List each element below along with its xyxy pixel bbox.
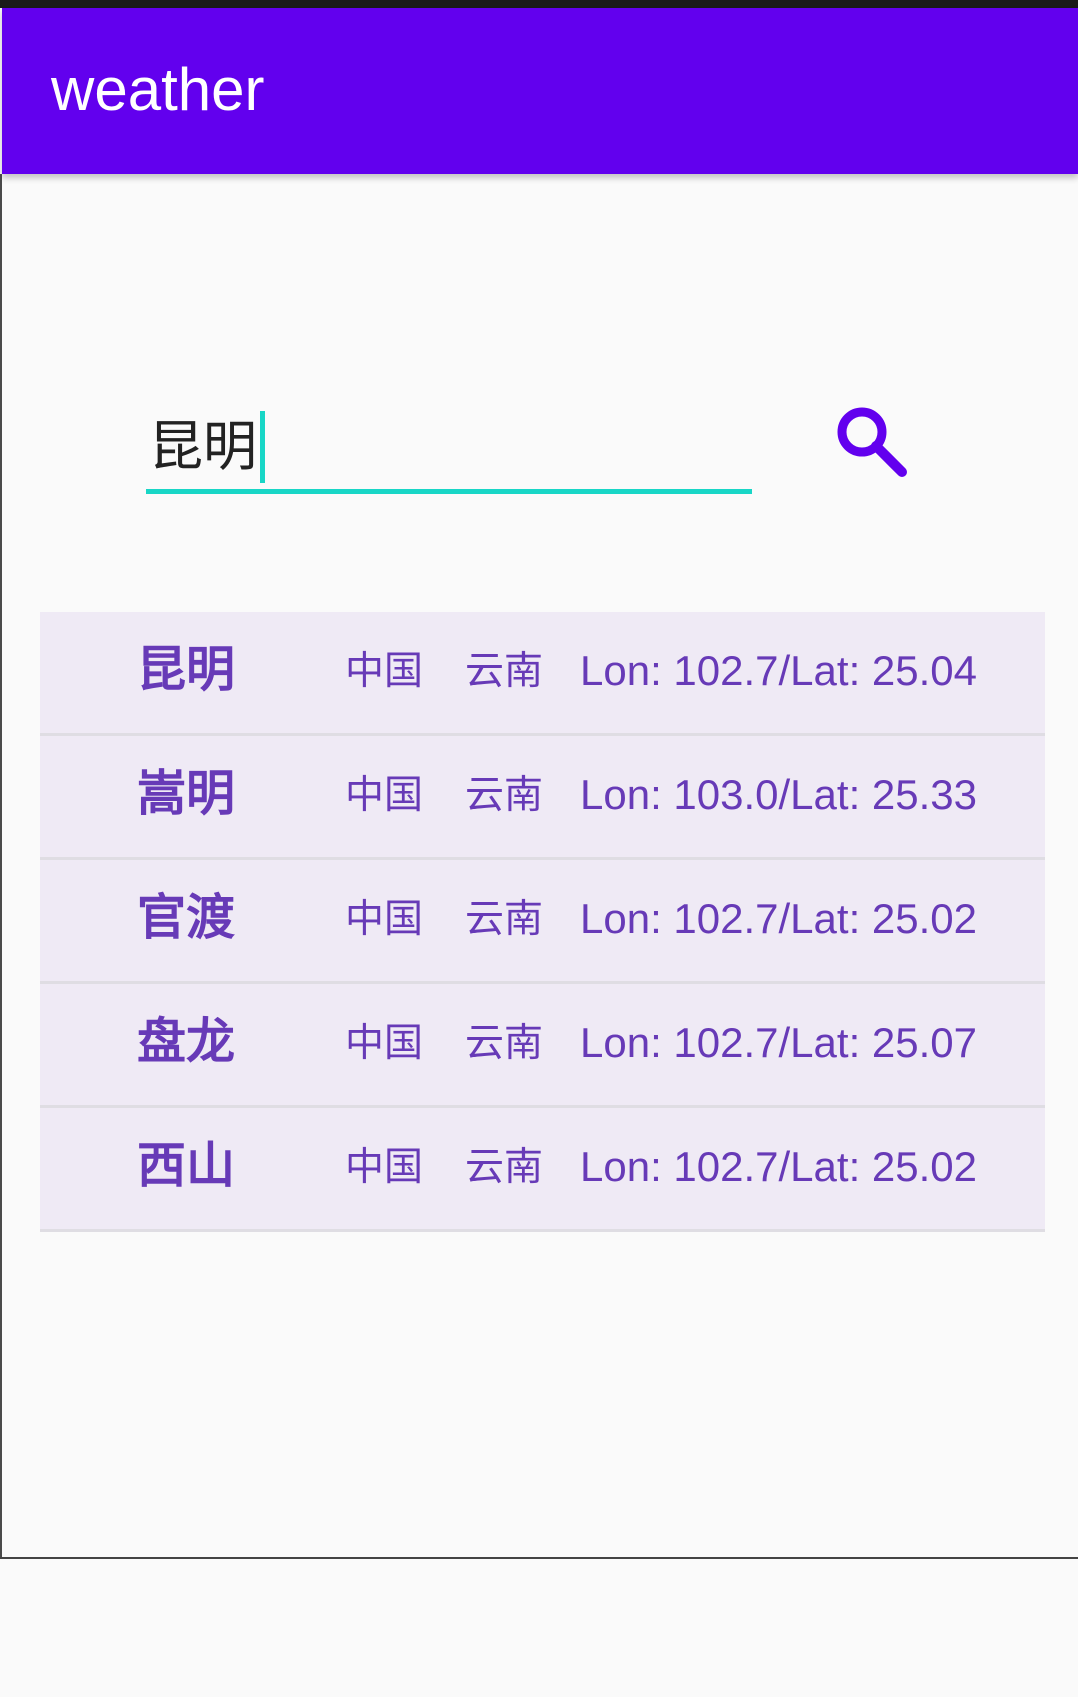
weather-screen: weather 昆明 昆明 中国 云南 Lon: 102.7/Lat: 25.0… <box>0 0 1078 1697</box>
city-result-row[interactable]: 官渡 中国 云南 Lon: 102.7/Lat: 25.02 <box>40 860 1045 984</box>
city-name: 西山 <box>137 1137 236 1194</box>
city-search-input[interactable]: 昆明 <box>146 400 752 496</box>
search-button[interactable] <box>832 403 912 483</box>
city-result-row[interactable]: 昆明 中国 云南 Lon: 102.7/Lat: 25.04 <box>40 612 1045 736</box>
app-title: weather <box>51 56 265 123</box>
city-country: 中国 <box>345 649 424 694</box>
search-icon <box>837 407 907 477</box>
search-input-underline <box>146 489 752 494</box>
city-country: 中国 <box>345 1145 424 1190</box>
window-edge <box>0 174 2 1559</box>
app-bar: weather <box>2 8 1078 174</box>
status-bar-edge <box>0 0 1078 8</box>
city-country: 中国 <box>345 773 424 818</box>
city-result-list: 昆明 中国 云南 Lon: 102.7/Lat: 25.04 嵩明 中国 云南 … <box>40 612 1045 1232</box>
city-province: 云南 <box>465 1145 544 1190</box>
city-name: 嵩明 <box>137 765 236 822</box>
city-coordinates: Lon: 102.7/Lat: 25.04 <box>580 647 978 694</box>
bottom-divider <box>0 1557 1078 1559</box>
city-country: 中国 <box>345 897 424 942</box>
city-province: 云南 <box>465 897 544 942</box>
city-province: 云南 <box>465 773 544 818</box>
city-coordinates: Lon: 102.7/Lat: 25.02 <box>580 1143 978 1190</box>
city-name: 昆明 <box>137 641 236 698</box>
text-caret <box>260 411 265 483</box>
city-coordinates: Lon: 102.7/Lat: 25.07 <box>580 1019 978 1066</box>
city-coordinates: Lon: 102.7/Lat: 25.02 <box>580 895 978 942</box>
city-name: 官渡 <box>137 889 236 946</box>
city-province: 云南 <box>465 649 544 694</box>
search-input-value-wrap: 昆明 <box>149 411 265 483</box>
city-result-row[interactable]: 嵩明 中国 云南 Lon: 103.0/Lat: 25.33 <box>40 736 1045 860</box>
city-country: 中国 <box>345 1021 424 1066</box>
city-coordinates: Lon: 103.0/Lat: 25.33 <box>580 771 978 818</box>
city-result-row[interactable]: 西山 中国 云南 Lon: 102.7/Lat: 25.02 <box>40 1108 1045 1232</box>
city-name: 盘龙 <box>137 1013 236 1070</box>
city-result-row[interactable]: 盘龙 中国 云南 Lon: 102.7/Lat: 25.07 <box>40 984 1045 1108</box>
search-input-value: 昆明 <box>149 415 257 478</box>
city-province: 云南 <box>465 1021 544 1066</box>
